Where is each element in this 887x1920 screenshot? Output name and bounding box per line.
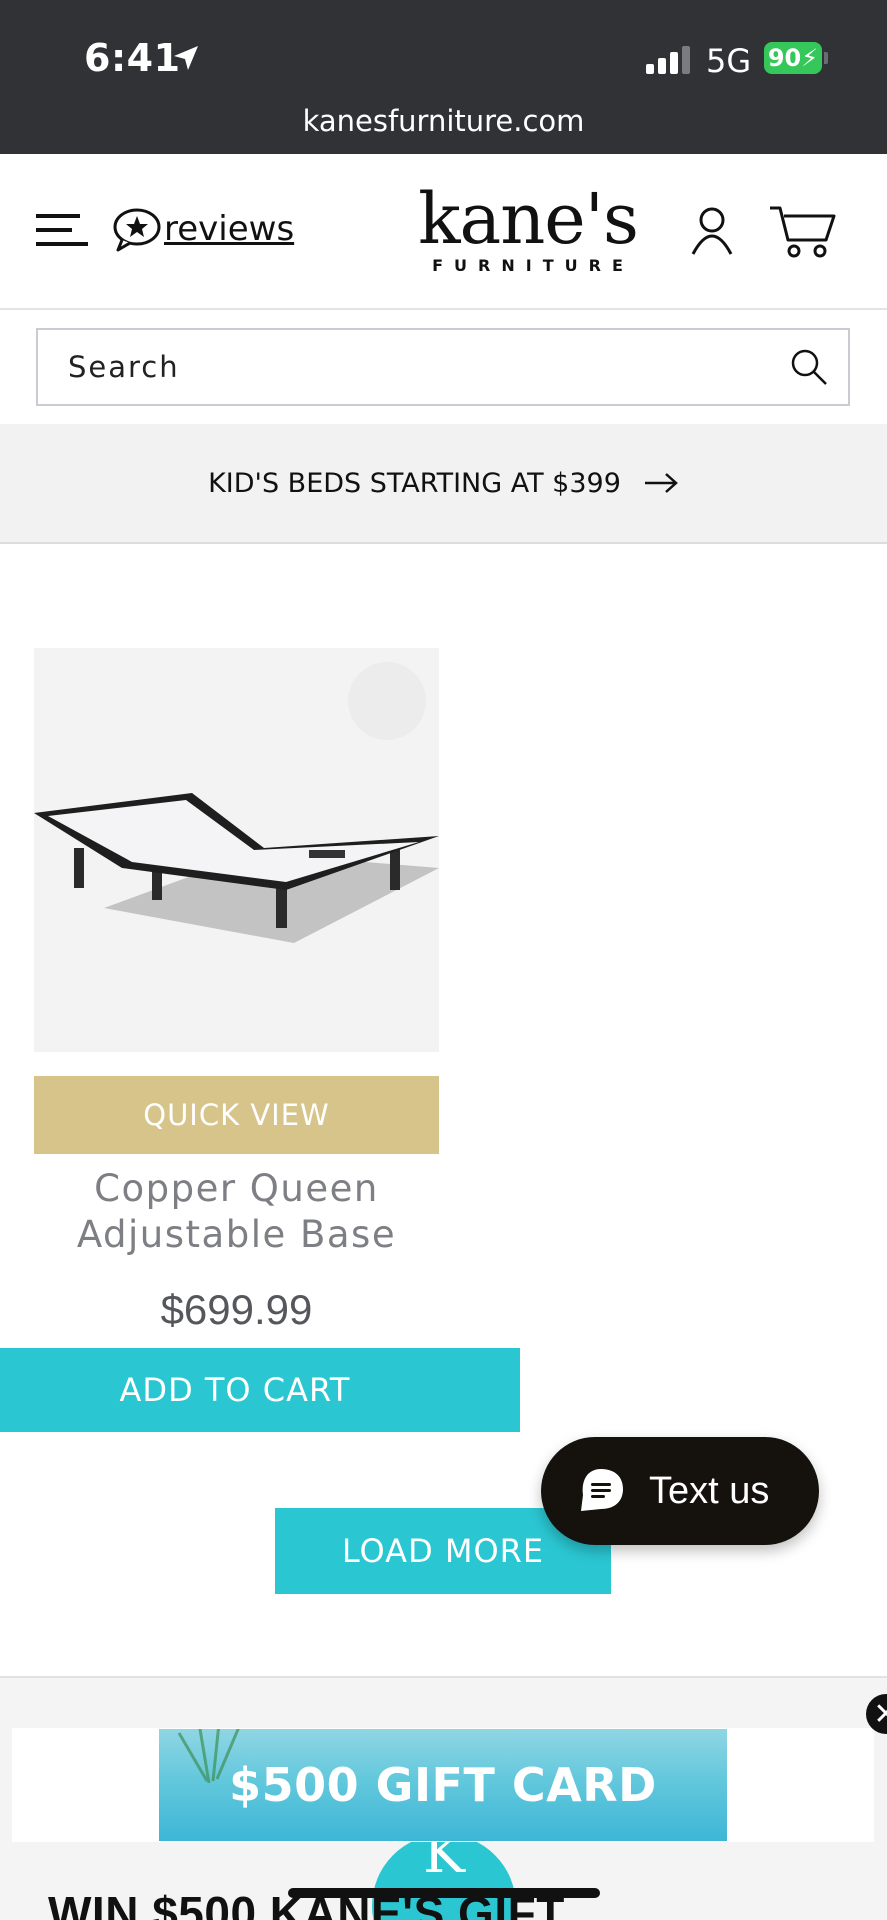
logo-wordmark: kane's xyxy=(418,178,639,260)
wishlist-button[interactable] xyxy=(348,662,426,740)
home-indicator xyxy=(288,1888,600,1898)
search-icon[interactable] xyxy=(790,348,828,386)
search-bar xyxy=(36,328,850,406)
text-us-chat-button[interactable]: Text us xyxy=(541,1437,819,1545)
signal-bars-icon xyxy=(646,46,690,74)
account-icon[interactable] xyxy=(690,206,734,256)
status-bar: 6:41 5G 90 ⚡ kanesfurniture.com xyxy=(0,0,887,154)
promo-banner[interactable]: KID'S BEDS STARTING AT $399 xyxy=(0,424,887,544)
location-arrow-icon xyxy=(174,46,198,70)
reviews-star-icon xyxy=(113,208,161,252)
add-to-cart-button[interactable]: ADD TO CART xyxy=(0,1348,520,1432)
promo-text: KID'S BEDS STARTING AT $399 xyxy=(208,467,621,499)
menu-icon[interactable] xyxy=(36,212,88,248)
address-bar-url[interactable]: kanesfurniture.com xyxy=(0,104,887,138)
product-price: $699.99 xyxy=(160,1286,313,1333)
kanes-logo[interactable]: kane's FURNITURE xyxy=(400,184,656,278)
battery-icon: 90 ⚡ xyxy=(764,42,822,74)
gift-card-banner[interactable]: $500 GIFT CARD xyxy=(159,1729,727,1841)
text-us-label: Text us xyxy=(649,1469,770,1512)
cart-icon[interactable] xyxy=(768,204,836,260)
popup-logo-letter: K xyxy=(423,1834,465,1886)
product-image[interactable] xyxy=(34,648,439,1052)
reviews-label: reviews xyxy=(164,209,295,249)
arrow-right-icon xyxy=(644,473,678,493)
chat-bubble-icon xyxy=(581,1469,623,1511)
adjustable-bed-image xyxy=(34,793,439,943)
network-type: 5G xyxy=(706,42,752,80)
battery-level: 90 xyxy=(767,44,802,72)
battery-tip xyxy=(824,52,828,64)
quick-view-button[interactable]: QUICK VIEW xyxy=(34,1076,439,1154)
logo-subtitle: FURNITURE xyxy=(432,256,634,275)
product-name[interactable]: Copper Queen Adjustable Base xyxy=(34,1166,439,1258)
gift-card-text: $500 GIFT CARD xyxy=(229,1758,657,1812)
search-input[interactable] xyxy=(68,330,748,404)
reviews-link[interactable]: reviews xyxy=(112,206,294,252)
status-time: 6:41 xyxy=(84,36,181,80)
